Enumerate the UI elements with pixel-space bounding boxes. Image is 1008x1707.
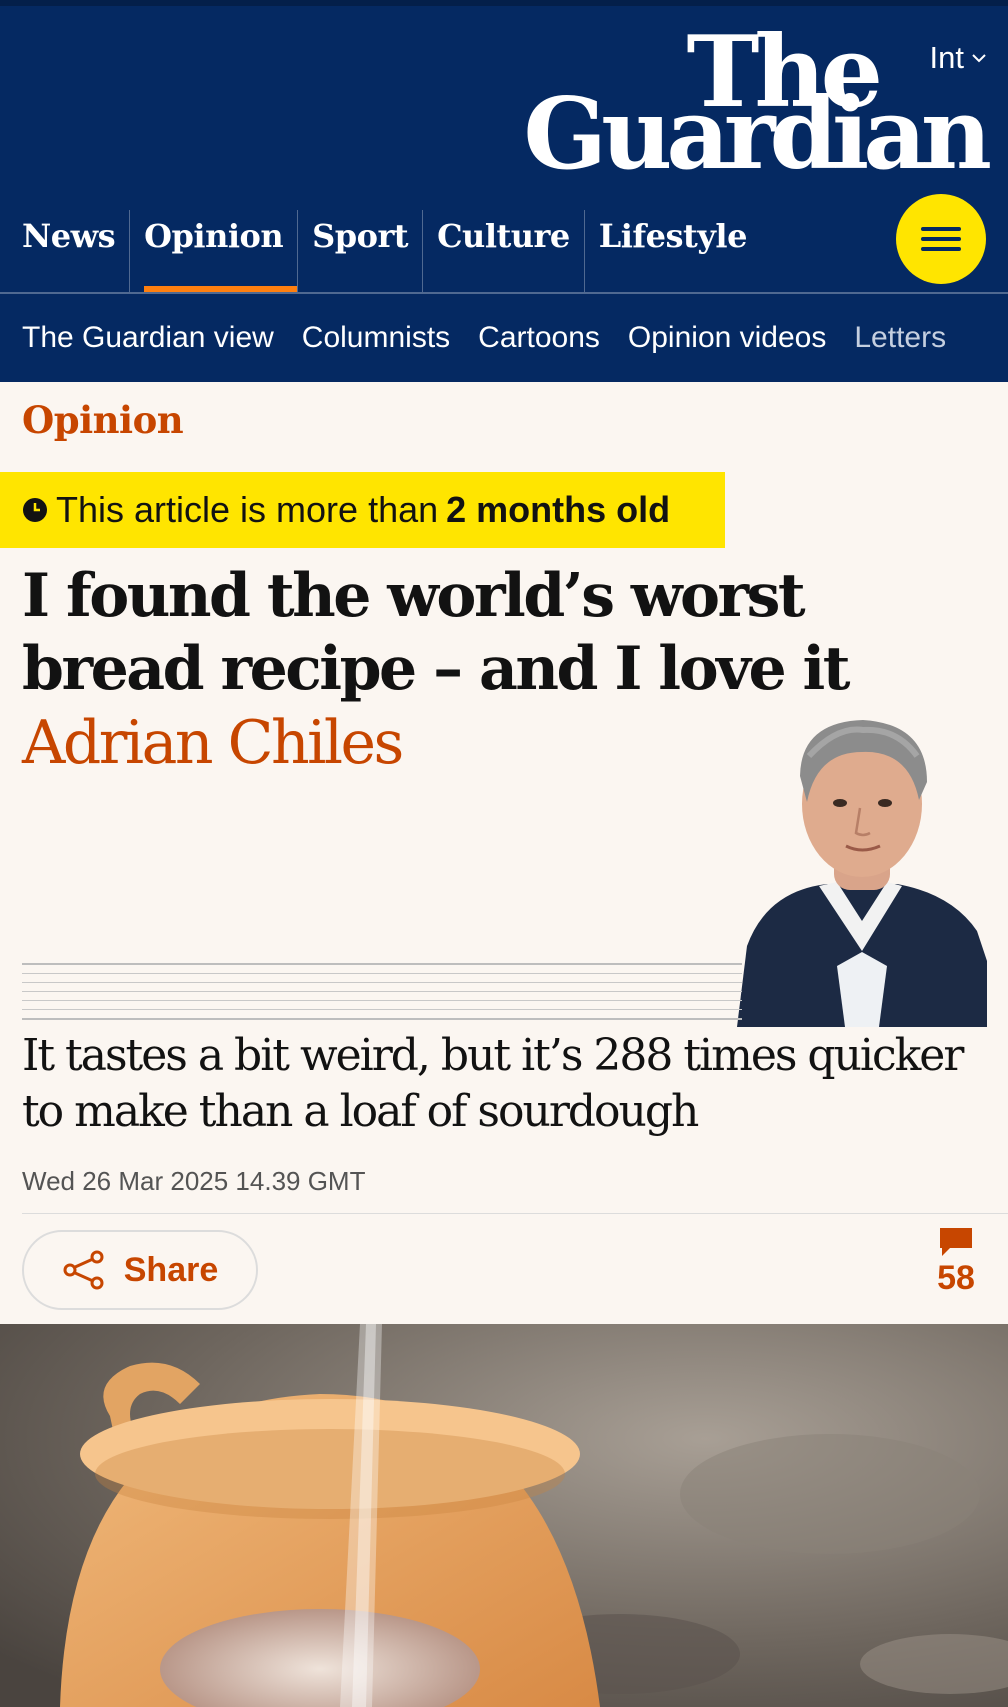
meta-divider xyxy=(22,1213,1008,1214)
age-notice-text: This article is more than xyxy=(56,489,439,530)
hero-image xyxy=(0,1324,1008,1707)
pillar-culture[interactable]: Culture xyxy=(422,210,584,292)
guardian-logo[interactable]: The Guardian xyxy=(516,14,992,192)
comment-count: 58 xyxy=(937,1259,975,1297)
subnav-letters[interactable]: Letters xyxy=(854,321,946,355)
comment-icon xyxy=(940,1228,972,1256)
menu-button[interactable] xyxy=(896,194,986,284)
share-button[interactable]: Share xyxy=(22,1230,258,1310)
pillar-news[interactable]: News xyxy=(0,210,129,292)
byline-author[interactable]: Adrian Chiles xyxy=(22,708,404,778)
section-label[interactable]: Opinion xyxy=(22,398,184,442)
age-notice-bold: 2 months old xyxy=(446,489,671,530)
article-age-notice: This article is more than 2 months old xyxy=(0,472,725,548)
logo-line-2: Guardian xyxy=(523,77,992,192)
opinion-subnav: The Guardian view Columnists Cartoons Op… xyxy=(0,292,1008,382)
subnav-opinion-videos[interactable]: Opinion videos xyxy=(628,321,826,355)
share-icon xyxy=(63,1250,104,1290)
publish-date[interactable]: Wed 26 Mar 2025 14.39 GMT xyxy=(22,1166,365,1197)
comment-count-link[interactable]: 58 xyxy=(926,1226,986,1306)
byline-rules xyxy=(22,963,742,1027)
subnav-cartoons[interactable]: Cartoons xyxy=(478,321,600,355)
standfirst: It tastes a bit weird, but it’s 288 time… xyxy=(22,1030,964,1137)
hamburger-icon xyxy=(921,227,961,231)
share-label: Share xyxy=(123,1250,219,1289)
subnav-guardian-view[interactable]: The Guardian view xyxy=(22,321,274,355)
author-portrait xyxy=(737,716,987,1027)
headline: I found the world’s worst bread recipe –… xyxy=(22,561,851,704)
pillar-sport[interactable]: Sport xyxy=(297,210,422,292)
masthead: Int The Guardian News Opinion Sport Cult… xyxy=(0,0,1008,292)
pillar-opinion[interactable]: Opinion xyxy=(129,210,298,292)
masthead-topline xyxy=(0,0,1008,6)
pillar-lifestyle[interactable]: Lifestyle xyxy=(583,210,761,292)
clock-icon xyxy=(23,498,47,522)
subnav-columnists[interactable]: Columnists xyxy=(302,321,450,355)
pillar-nav: News Opinion Sport Culture Lifestyle xyxy=(0,210,761,292)
